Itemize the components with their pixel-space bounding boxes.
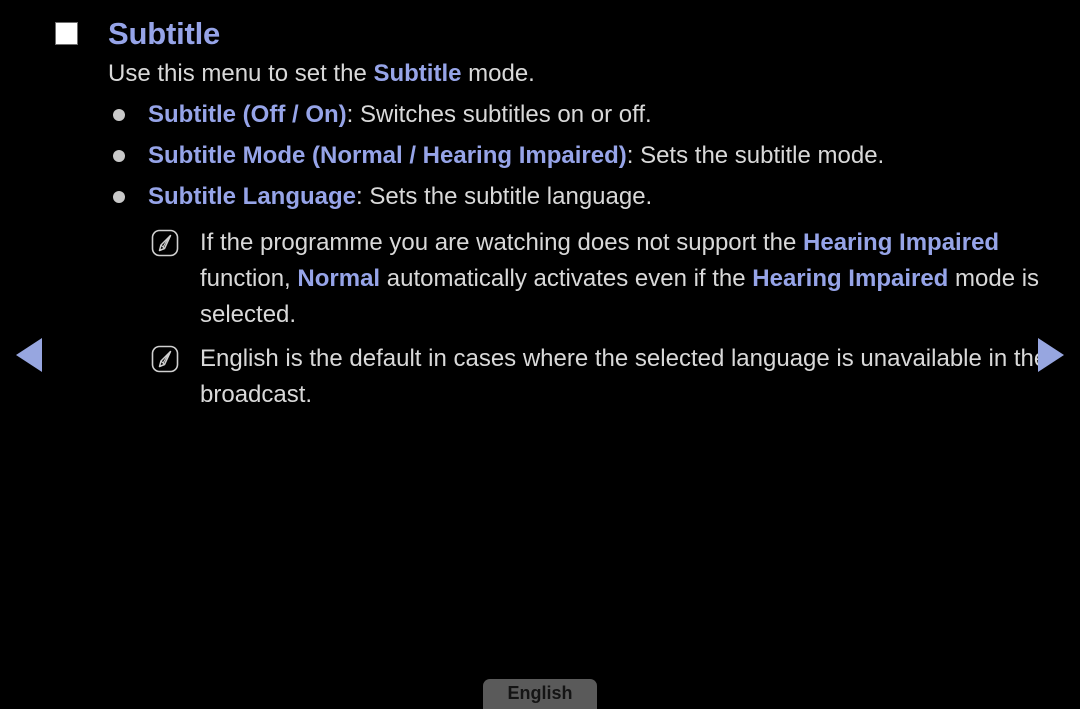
triangle-left-icon[interactable]: [16, 338, 42, 372]
note-section: If the programme you are watching does n…: [150, 225, 1050, 419]
dot-bullet-icon: [113, 150, 125, 162]
option-separator: :: [356, 183, 370, 210]
option-description: Switches subtitles on or off.: [359, 101, 652, 128]
note-pencil-icon: [150, 228, 180, 258]
note-seg-emphasis: Hearing Impaired: [752, 265, 949, 292]
list-item[interactable]: Subtitle (Off / On): Switches subtitles …: [108, 99, 1058, 140]
note-block: If the programme you are watching does n…: [150, 225, 1050, 333]
note-text: If the programme you are watching does n…: [200, 225, 1050, 333]
page-title: Subtitle: [108, 16, 221, 51]
option-separator: :: [346, 101, 360, 128]
intro-text-before: Use this menu to set the: [108, 60, 374, 87]
note-seg-emphasis: Normal: [297, 265, 381, 292]
intro-text-after: mode.: [461, 60, 535, 87]
option-description: Sets the subtitle language.: [369, 183, 653, 210]
dot-bullet-icon: [113, 191, 125, 203]
list-item[interactable]: Subtitle Language: Sets the subtitle lan…: [108, 181, 1058, 222]
note-seg: If the programme you are watching does n…: [200, 229, 804, 256]
intro-emphasis: Subtitle: [373, 60, 462, 87]
option-term: Subtitle Language: [148, 183, 357, 210]
note-pencil-icon: [150, 344, 180, 374]
tv-help-screen: { "screen": { "background_color": "#0000…: [0, 0, 1080, 709]
note-block: English is the default in cases where th…: [150, 341, 1050, 413]
option-term: Subtitle (Off / On): [148, 101, 347, 128]
list-item[interactable]: Subtitle Mode (Normal / Hearing Impaired…: [108, 140, 1058, 181]
triangle-right-icon[interactable]: [1038, 338, 1064, 372]
option-list: Subtitle (Off / On): Switches subtitles …: [108, 99, 1058, 222]
note-seg: automatically activates even if the: [380, 265, 753, 292]
note-text: English is the default in cases where th…: [200, 345, 1048, 408]
dot-bullet-icon: [113, 109, 125, 121]
page-heading: Subtitle: [0, 12, 1080, 56]
option-term: Subtitle Mode (Normal / Hearing Impaired…: [148, 142, 627, 169]
intro-paragraph: Use this menu to set the Subtitle mode.: [108, 58, 535, 89]
note-seg: function,: [200, 265, 298, 292]
option-description: Sets the subtitle mode.: [640, 142, 885, 169]
white-square-icon: [55, 22, 78, 45]
option-separator: :: [626, 142, 641, 169]
note-seg-emphasis: Hearing Impaired: [803, 229, 1000, 256]
